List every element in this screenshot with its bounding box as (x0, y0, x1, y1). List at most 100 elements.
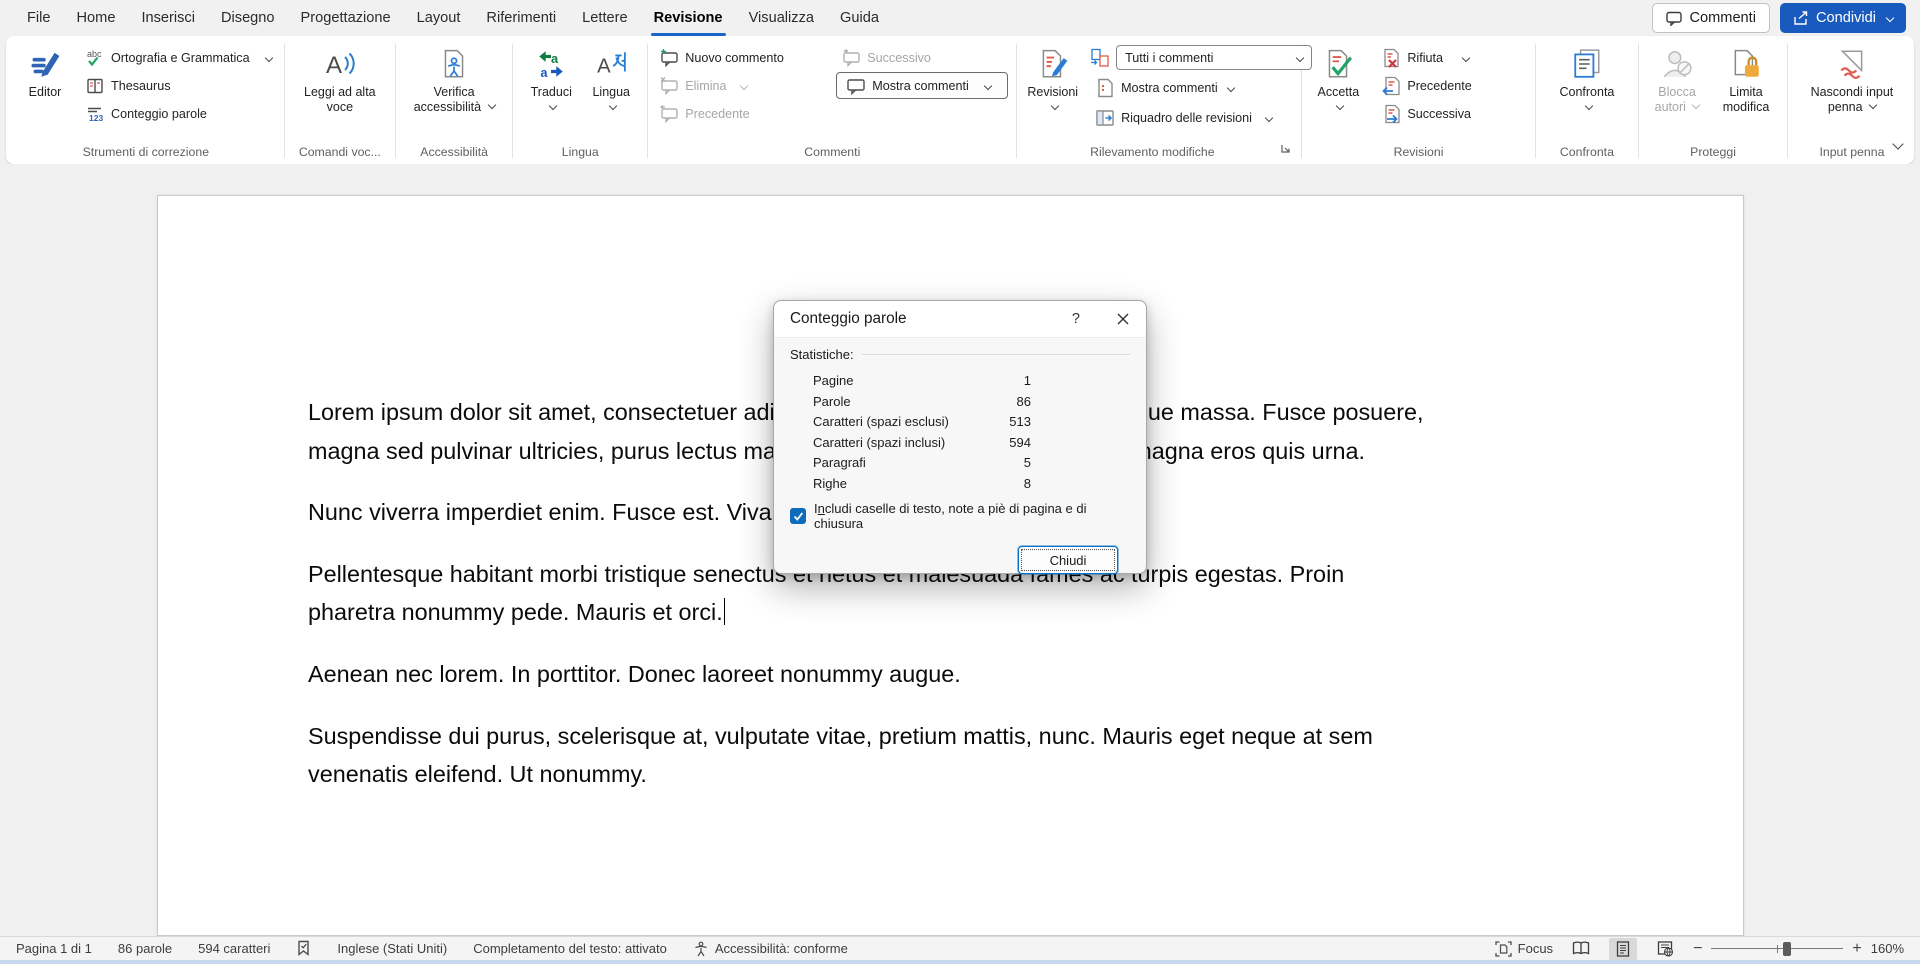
group-separator (1787, 44, 1788, 158)
dialog-close-icon[interactable] (1116, 312, 1130, 326)
reject-button[interactable]: Rifiuta (1376, 44, 1476, 71)
read-mode-button[interactable] (1567, 938, 1595, 960)
proofing-status[interactable] (296, 940, 311, 957)
chevron-down-icon (549, 102, 557, 110)
word-count-button[interactable]: 123 Conteggio parole (80, 100, 277, 127)
text-prediction-status[interactable]: Completamento del testo: attivato (473, 941, 667, 956)
show-markup-label: Mostra commenti (1121, 81, 1218, 95)
document-line[interactable]: venenatis eleifend. Ut nonummy. (308, 755, 1595, 794)
group-label-language: Lingua (519, 142, 641, 164)
group-label-protect: Proteggi (1645, 142, 1781, 164)
document-line[interactable]: Aenean nec lorem. In porttitor. Donec la… (308, 655, 1595, 694)
tab-file[interactable]: File (14, 0, 64, 36)
read-mode-icon (1572, 941, 1590, 956)
restrict-editing-button[interactable]: Limita modifica (1712, 42, 1780, 119)
thesaurus-button[interactable]: Thesaurus (80, 72, 277, 99)
page-indicator[interactable]: Pagina 1 di 1 (16, 941, 92, 956)
document-line[interactable]: pharetra nonummy pede. Mauris et orci. (308, 593, 1595, 632)
group-compare: Confronta Confronta (1542, 40, 1633, 164)
word-count-status[interactable]: 86 parole (118, 941, 172, 956)
next-comment-icon (841, 48, 861, 68)
checkbox-checked-icon[interactable] (790, 508, 806, 524)
compare-button[interactable]: Confronta (1544, 42, 1630, 113)
translate-icon: aa (535, 48, 567, 80)
close-dialog-button[interactable]: Chiudi (1018, 546, 1118, 574)
chevron-down-icon (1226, 83, 1234, 91)
delete-comment-button[interactable]: Elimina (654, 72, 822, 99)
tab-riferimenti[interactable]: Riferimenti (473, 0, 569, 36)
group-label-changes: Revisioni (1308, 142, 1528, 164)
group-protect: Blocca autori Limita modifica Proteggi (1645, 40, 1781, 164)
zoom-slider-thumb[interactable] (1783, 942, 1791, 956)
dialog-help-button[interactable]: ? (1072, 311, 1080, 327)
spelling-grammar-button[interactable]: abc Ortografia e Grammatica (80, 44, 277, 71)
tab-visualizza[interactable]: Visualizza (736, 0, 827, 36)
print-layout-button[interactable] (1609, 938, 1637, 960)
accessibility-status[interactable]: Accessibilità: conforme (693, 941, 848, 957)
check-accessibility-button[interactable]: Verifica accessibilità (404, 42, 504, 119)
group-changes: Accetta Rifiuta Precedente Successiva (1308, 40, 1528, 164)
tab-revisione[interactable]: Revisione (641, 0, 736, 36)
tab-guida[interactable]: Guida (827, 0, 892, 36)
editor-button[interactable]: Editor (14, 42, 76, 104)
restrict-editing-label: Limita modifica (1716, 85, 1776, 115)
document-line[interactable]: Suspendisse dui purus, scelerisque at, v… (308, 717, 1595, 756)
stat-row: Parole86 (790, 392, 1130, 413)
reviewing-pane-button[interactable]: Riquadro delle revisioni (1090, 104, 1312, 131)
markup-dropdown[interactable]: Tutti i commenti (1116, 45, 1312, 70)
word-count-123-icon: 123 (85, 104, 105, 124)
accept-change-icon (1322, 48, 1354, 80)
chevron-down-icon (739, 81, 747, 89)
language-status[interactable]: Inglese (Stati Uniti) (337, 941, 447, 956)
group-separator (284, 44, 285, 158)
show-markup-button[interactable]: Mostra commenti (1090, 74, 1312, 101)
translate-label: Traduci (531, 85, 572, 100)
tab-home[interactable]: Home (64, 0, 129, 36)
group-label-tracking: Rilevamento modifiche (1023, 142, 1295, 164)
chevron-down-icon (984, 81, 992, 89)
chevron-down-icon (1265, 113, 1273, 121)
chevron-down-icon (1886, 14, 1894, 22)
tab-progettazione[interactable]: Progettazione (288, 0, 404, 36)
accessibility-status-label: Accessibilità: conforme (715, 941, 848, 956)
zoom-slider[interactable] (1711, 942, 1843, 956)
previous-comment-button[interactable]: Precedente (654, 100, 822, 127)
comments-button[interactable]: Commenti (1652, 3, 1770, 33)
stat-value: 5 (985, 455, 1031, 470)
word-count-label: Conteggio parole (111, 107, 207, 121)
checkbox-label[interactable]: Includi caselle di testo, note a piè di … (814, 501, 1130, 531)
language-button[interactable]: A Lingua (583, 42, 639, 113)
zoom-level[interactable]: 160% (1871, 941, 1904, 956)
document-line-text: pharetra nonummy pede. Mauris et orci. (308, 599, 723, 625)
accept-button[interactable]: Accetta (1308, 42, 1368, 113)
tab-disegno[interactable]: Disegno (208, 0, 288, 36)
zoom-in-button[interactable]: + (1852, 940, 1861, 958)
next-comment-button[interactable]: Successivo (836, 44, 1008, 71)
tab-inserisci[interactable]: Inserisci (128, 0, 208, 36)
share-button[interactable]: Condividi (1780, 3, 1906, 33)
new-comment-button[interactable]: Nuovo commento (654, 44, 822, 71)
web-layout-button[interactable] (1651, 938, 1679, 960)
char-count-status[interactable]: 594 caratteri (198, 941, 270, 956)
dialog-title-bar[interactable]: Conteggio parole ? (774, 301, 1146, 338)
zoom-out-button[interactable]: − (1693, 940, 1702, 958)
block-authors-button[interactable]: Blocca autori (1646, 42, 1708, 119)
next-change-button[interactable]: Successiva (1376, 100, 1476, 127)
collapse-ribbon-button[interactable] (1890, 138, 1902, 156)
zoom-controls: − + 160% (1693, 940, 1904, 958)
window-bottom-edge (0, 960, 1920, 964)
translate-button[interactable]: aa Traduci (521, 42, 581, 113)
show-comments-button[interactable]: Mostra commenti (836, 72, 1008, 99)
previous-change-button[interactable]: Precedente (1376, 72, 1476, 99)
tab-lettere[interactable]: Lettere (569, 0, 640, 36)
track-changes-button[interactable]: Revisioni (1023, 42, 1082, 113)
read-aloud-button[interactable]: A Leggi ad alta voce (294, 42, 386, 119)
tab-layout[interactable]: Layout (404, 0, 474, 36)
accessibility-person-icon (693, 941, 709, 957)
hide-ink-button[interactable]: Nascondi input penna (1796, 42, 1908, 119)
group-label-accessibility: Accessibilità (402, 142, 506, 164)
focus-mode-button[interactable]: Focus (1495, 941, 1553, 957)
tracking-dialog-launcher[interactable] (1280, 141, 1291, 159)
include-textboxes-checkbox-row: Includi caselle di testo, note a piè di … (790, 501, 1130, 531)
chevron-down-icon (1336, 102, 1344, 110)
